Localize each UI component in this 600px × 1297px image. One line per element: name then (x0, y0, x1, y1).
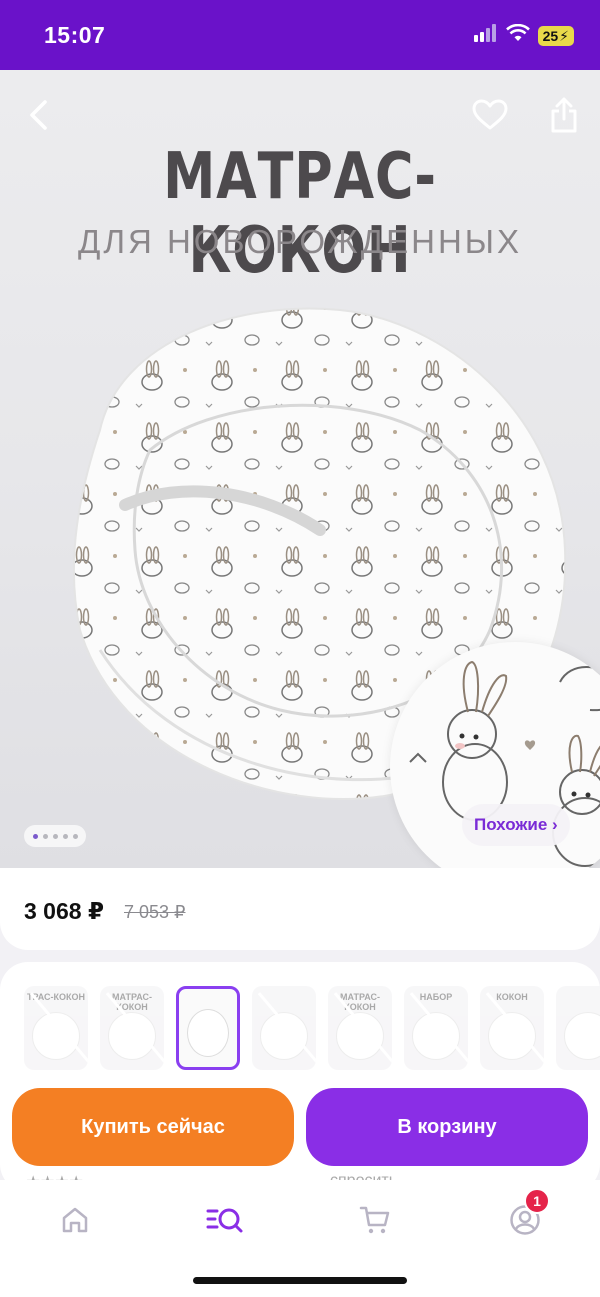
add-to-cart-button[interactable]: В корзину (306, 1088, 588, 1166)
variant-thumbnail[interactable]: НАБОР (404, 986, 468, 1070)
thumbnail-product-shape (32, 1012, 80, 1060)
variant-thumbnail[interactable]: ТРАС-КОКОН (24, 986, 88, 1070)
battery-level: 25 (542, 27, 559, 44)
favorite-button[interactable] (468, 93, 512, 137)
battery-indicator: 25 ⚡ (537, 25, 574, 46)
wifi-icon (505, 23, 530, 47)
variant-thumbnail[interactable]: МАТРАС-КОКОН (328, 986, 392, 1070)
signal-icon (473, 24, 498, 47)
home-icon (62, 1207, 88, 1233)
price-section: 3 068 ₽ 7 053 ₽ (0, 868, 600, 950)
buy-now-button[interactable]: Купить сейчас (12, 1088, 294, 1166)
thumbnail-product-shape (564, 1012, 600, 1060)
status-time: 15:07 (44, 22, 106, 48)
gallery-pagination (24, 825, 86, 847)
old-price: 7 053 ₽ (124, 902, 186, 922)
status-icons: 25 ⚡ (473, 23, 574, 47)
profile-notification-badge: 1 (524, 1188, 550, 1214)
current-price: 3 068 ₽ (24, 898, 104, 924)
share-button[interactable] (542, 93, 586, 137)
share-icon (551, 97, 577, 133)
image-subtitle: ДЛЯ НОВОРОЖДЕННЫХ (77, 223, 523, 260)
variant-thumbnail-selected[interactable] (176, 986, 240, 1070)
thumbnail-product-shape (412, 1012, 460, 1060)
variant-thumbnail[interactable] (252, 986, 316, 1070)
thumbnail-product-shape (488, 1012, 536, 1060)
cart-icon (359, 1206, 390, 1234)
variant-thumbnails: ТРАС-КОКОН МАТРАС-КОКОН МАТРАС-КОКОН НАБ… (24, 986, 600, 1070)
pagination-dot (52, 833, 58, 839)
tab-home[interactable] (53, 1198, 97, 1242)
status-bar: 15:07 25 ⚡ (0, 0, 600, 70)
home-indicator[interactable] (193, 1277, 407, 1284)
product-image-gallery[interactable]: МАТРАС-КОКОН ДЛЯ НОВОРОЖДЕННЫХ Похожие › (0, 70, 600, 870)
charging-icon: ⚡ (559, 27, 569, 44)
thumbnail-product-shape (260, 1012, 308, 1060)
image-title: МАТРАС-КОКОН (163, 140, 437, 288)
pagination-dot (32, 833, 38, 839)
pagination-dot (72, 833, 78, 839)
thumbnail-product-shape (187, 1009, 229, 1057)
pagination-dot (42, 833, 48, 839)
variant-thumbnail[interactable] (556, 986, 600, 1070)
thumbnail-product-shape (336, 1012, 384, 1060)
variant-thumbnail[interactable]: МАТРАС-КОКОН (100, 986, 164, 1070)
variant-thumbnail[interactable]: КОКОН (480, 986, 544, 1070)
heart-icon (472, 99, 508, 130)
chevron-left-icon (30, 100, 47, 130)
thumbnail-product-shape (108, 1012, 156, 1060)
tab-catalog-search[interactable] (203, 1198, 247, 1242)
pagination-dot (62, 833, 68, 839)
tab-cart[interactable] (353, 1198, 397, 1242)
similar-products-button[interactable]: Похожие › (462, 804, 570, 846)
catalog-search-icon (206, 1208, 243, 1233)
back-button[interactable] (16, 93, 60, 137)
